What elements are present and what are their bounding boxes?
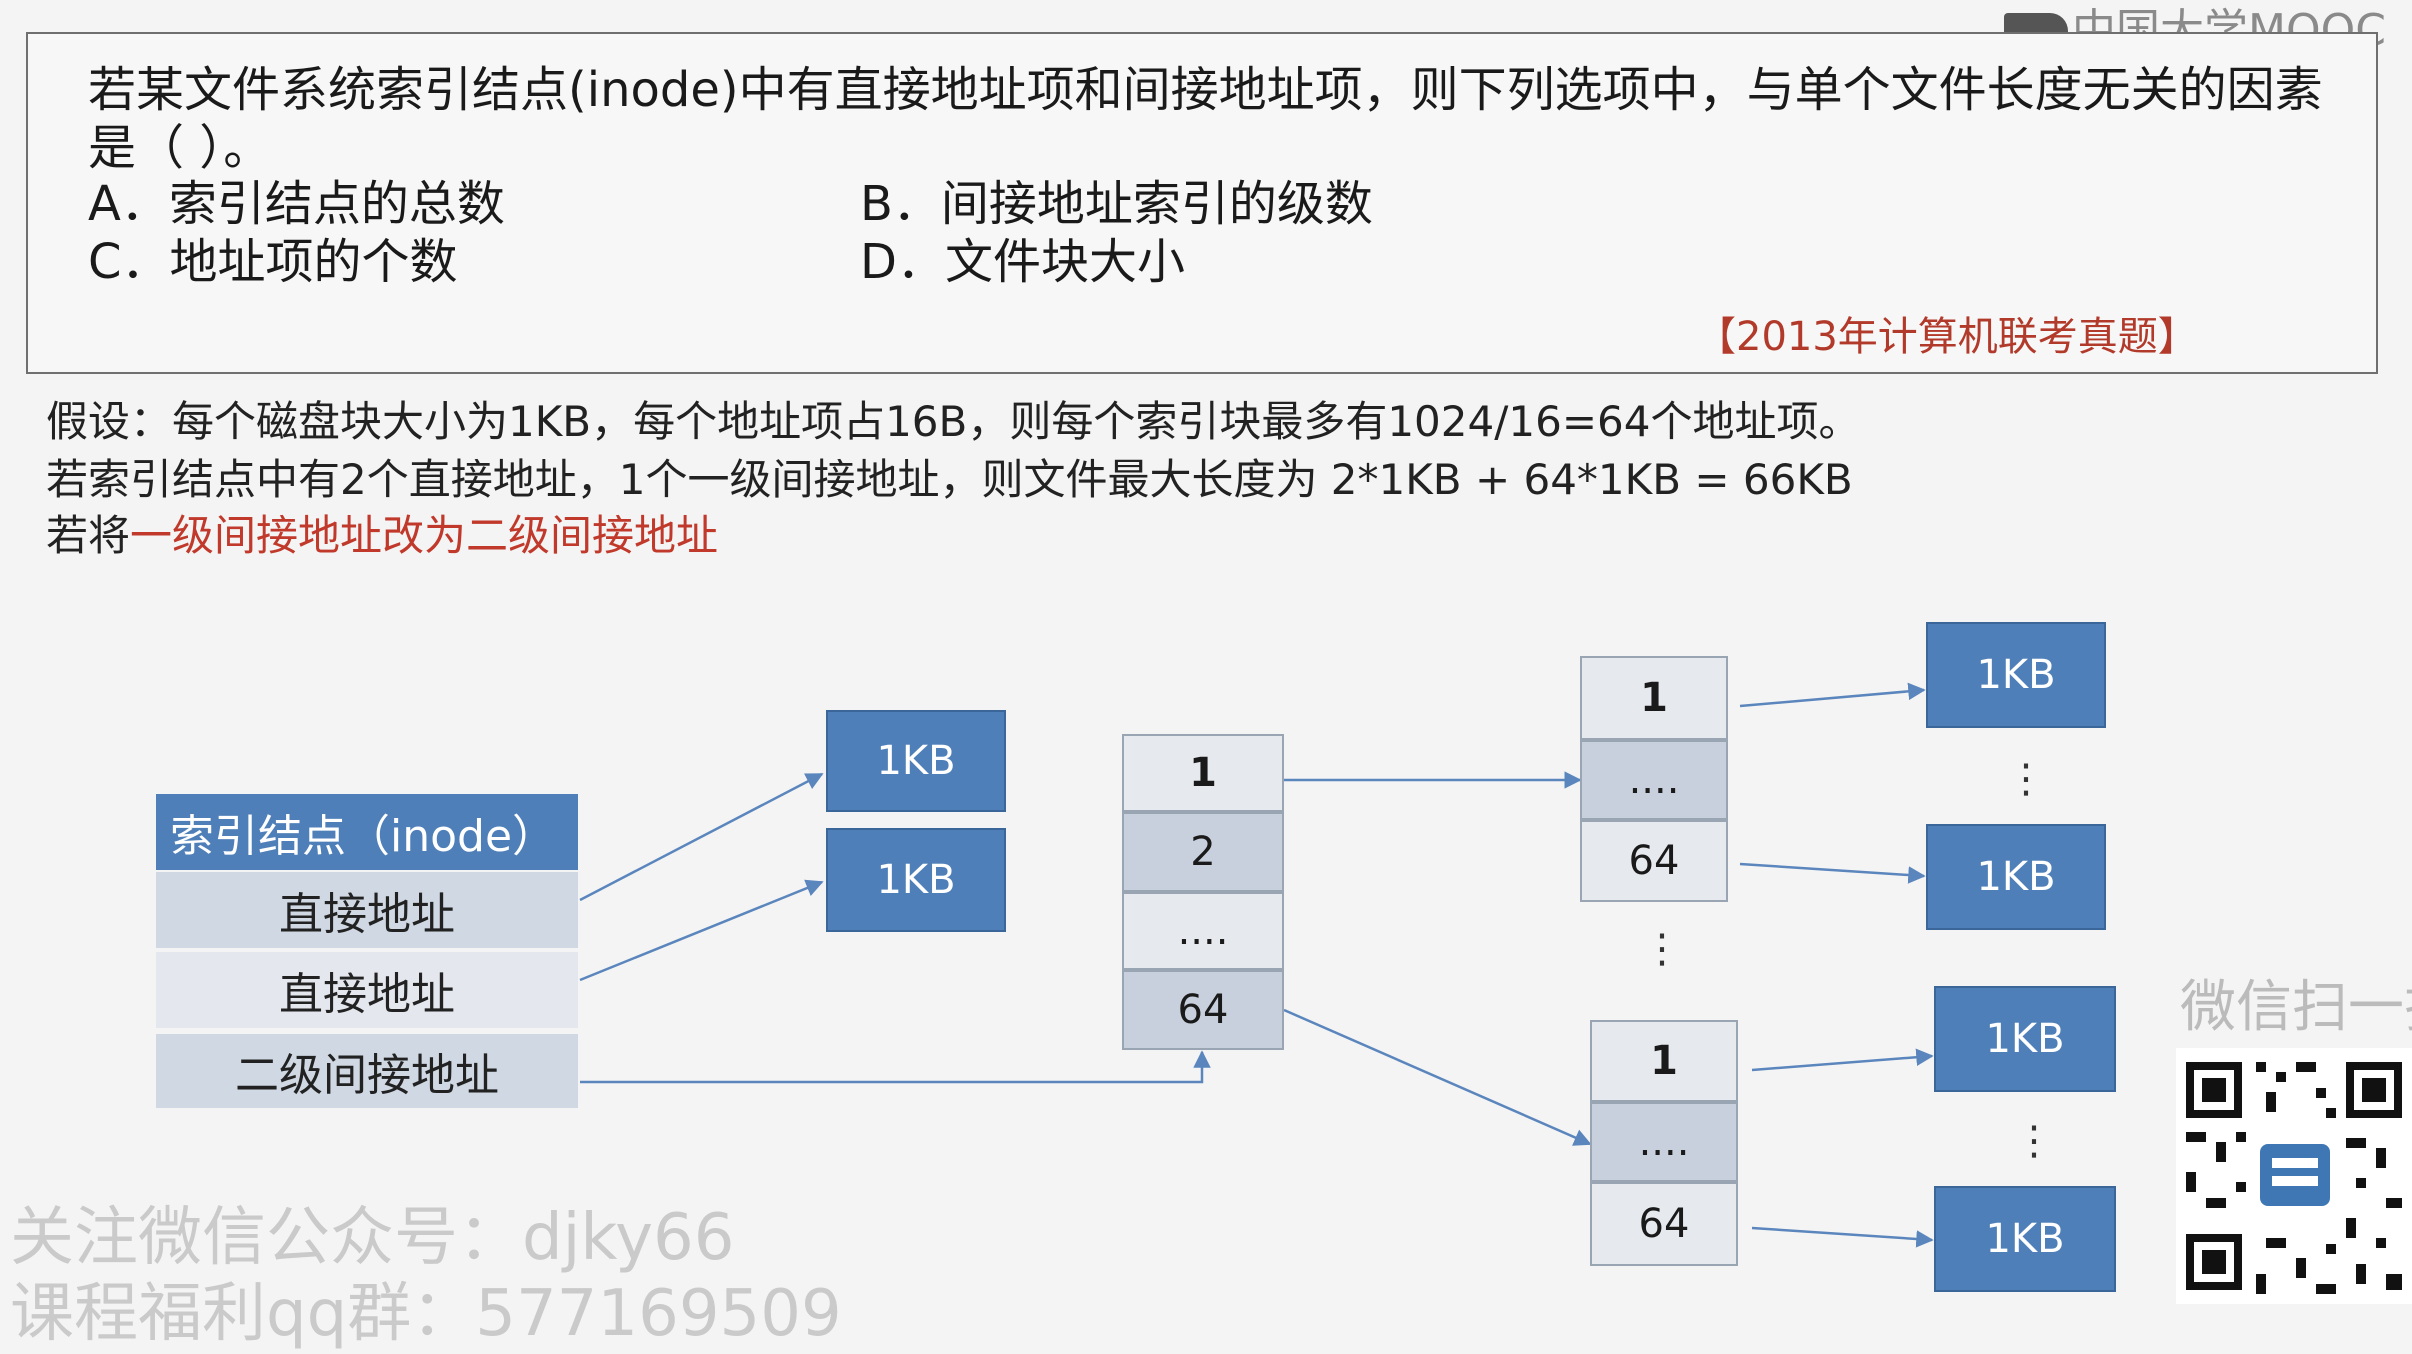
inode-direct-address-1: 直接地址 xyxy=(156,872,578,948)
question-source: 【2013年计算机联考真题】 xyxy=(1696,314,2198,360)
arrow-direct-1 xyxy=(579,772,824,902)
inode-header: 索引结点（inode） xyxy=(156,794,578,870)
arrow-indirect xyxy=(580,1050,1211,1084)
second-index-bottom-entry-64: 64 xyxy=(1590,1182,1738,1266)
note-line-2: 若索引结点中有2个直接地址，1个一级间接地址，则文件最大长度为 2*1KB + … xyxy=(46,455,1853,504)
option-b: B．间接地址索引的级数 xyxy=(860,176,1373,232)
note-line-3: 若将一级间接地址改为二级间接地址 xyxy=(46,508,718,564)
first-index-entry-dots: .... xyxy=(1122,892,1284,970)
data-block-direct-1: 1KB xyxy=(826,710,1006,812)
second-index-top-entry-dots: .... xyxy=(1580,740,1728,820)
arrow-top-1 xyxy=(1739,682,1926,708)
arrow-top-64 xyxy=(1739,862,1926,884)
data-block-top-1: 1KB xyxy=(1926,622,2106,728)
option-c: C．地址项的个数 xyxy=(88,234,458,290)
second-index-bottom-entry-dots: .... xyxy=(1590,1102,1738,1182)
option-d: D．文件块大小 xyxy=(860,234,1185,290)
arrow-direct-2 xyxy=(579,879,824,982)
option-a: A．索引结点的总数 xyxy=(88,176,505,232)
note-line-3-highlight: 一级间接地址改为二级间接地址 xyxy=(130,511,719,560)
data-block-bottom-dots: ⋮ xyxy=(2014,1118,2054,1164)
data-block-top-64: 1KB xyxy=(1926,824,2106,930)
question-line-1: 若某文件系统索引结点(inode)中有直接地址项和间接地址项，则下列选项中，与单… xyxy=(88,62,2323,118)
inode-direct-address-2: 直接地址 xyxy=(156,952,578,1028)
second-index-top-entry-64: 64 xyxy=(1580,820,1728,902)
question-line-2: 是（ ）。 xyxy=(88,120,272,176)
wechat-scan-text: 微信扫一扫 xyxy=(2180,975,2412,1040)
first-index-entry-1: 1 xyxy=(1122,734,1284,812)
data-block-direct-2: 1KB xyxy=(826,828,1006,932)
qr-code-icon xyxy=(2176,1048,2412,1304)
arrow-bottom-64 xyxy=(1751,1226,1934,1248)
watermark-line-2: 课程福利qq群：577169509 xyxy=(10,1277,842,1351)
note-line-3-prefix: 若将 xyxy=(46,511,131,560)
second-index-top-entry-1: 1 xyxy=(1580,656,1728,740)
arrow-bottom-1 xyxy=(1751,1048,1934,1072)
data-block-bottom-1: 1KB xyxy=(1934,986,2116,1092)
second-index-bottom-entry-1: 1 xyxy=(1590,1020,1738,1102)
data-block-top-dots: ⋮ xyxy=(2006,756,2046,802)
wechat-qr-code[interactable] xyxy=(2176,1048,2412,1304)
arrow-first-to-bottom xyxy=(1283,1008,1592,1146)
index-block-vertical-dots: ⋮ xyxy=(1642,926,1682,972)
first-index-entry-64: 64 xyxy=(1122,970,1284,1050)
data-block-bottom-64: 1KB xyxy=(1934,1186,2116,1292)
first-index-entry-2: 2 xyxy=(1122,812,1284,892)
inode-double-indirect: 二级间接地址 xyxy=(156,1034,578,1108)
note-line-1: 假设：每个磁盘块大小为1KB，每个地址项占16B，则每个索引块最多有1024/1… xyxy=(46,397,1861,446)
